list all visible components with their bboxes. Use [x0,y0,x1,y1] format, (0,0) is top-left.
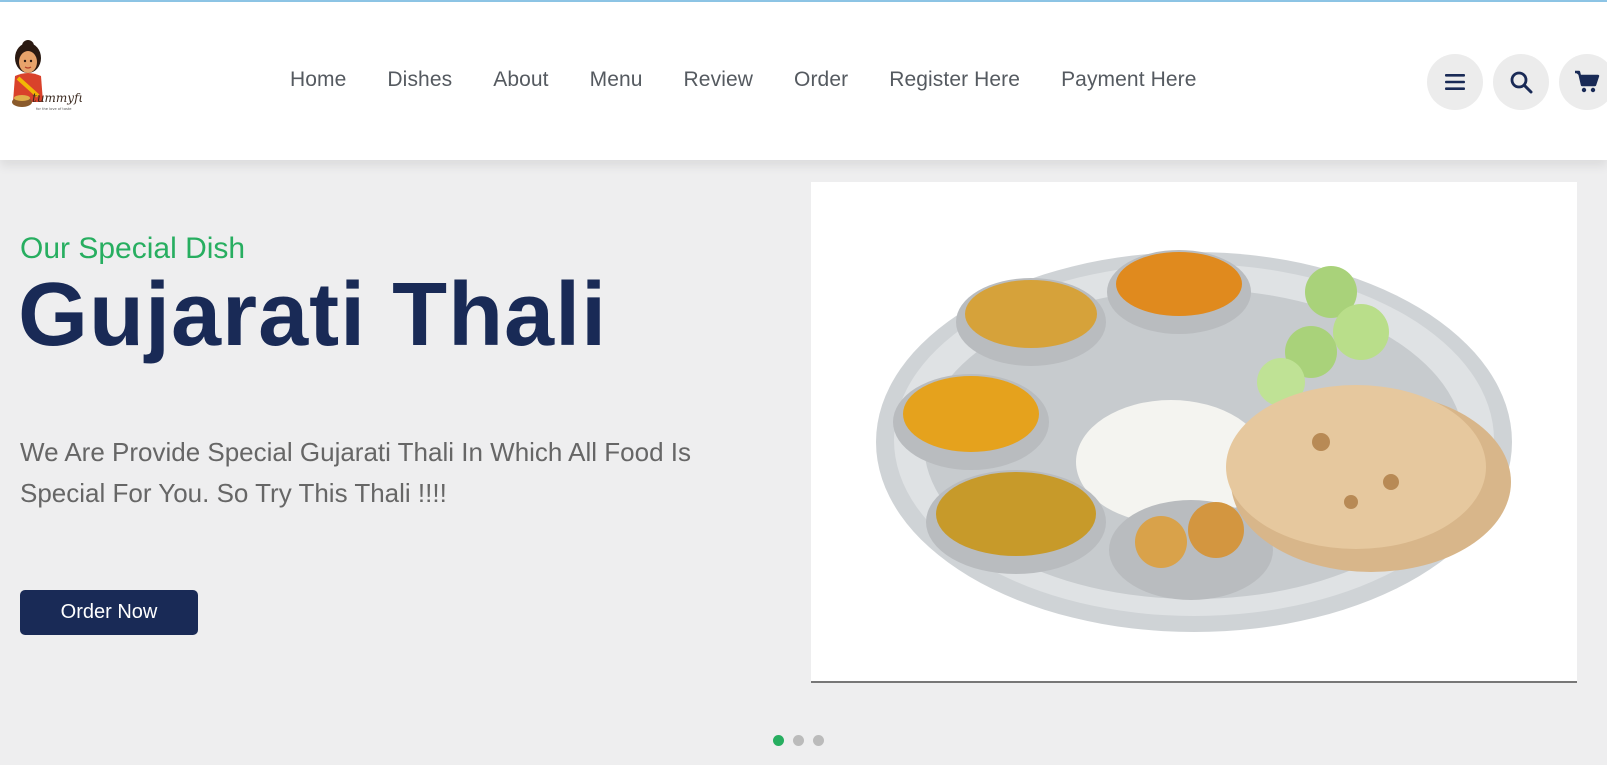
site-header: tummyfull for the love of taste Home Dis… [0,2,1607,160]
search-icon[interactable] [1493,54,1549,110]
thali-image [811,182,1577,683]
hero-title: Gujarati Thali [18,265,608,365]
nav-payment[interactable]: Payment Here [1061,68,1196,92]
hero-description: We Are Provide Special Gujarati Thali In… [20,437,692,508]
nav-review[interactable]: Review [684,68,753,92]
header-actions [1427,54,1607,110]
main-nav: Home Dishes About Menu Review Order Regi… [290,2,1238,158]
slider-pagination [773,735,833,746]
slide-dot-1[interactable] [773,735,784,746]
brand-logo[interactable]: tummyfull for the love of taste [8,40,94,118]
nav-register[interactable]: Register Here [889,68,1020,92]
nav-home[interactable]: Home [290,68,346,92]
menu-bars-icon[interactable] [1427,54,1483,110]
logo-wordmark: tummyfull [32,91,82,105]
hero-subtitle: Our Special Dish [20,232,246,265]
shopping-cart-icon[interactable] [1559,54,1607,110]
slide-dot-3[interactable] [813,735,824,746]
logo-tagline: for the love of taste [36,107,72,111]
nav-dishes[interactable]: Dishes [387,68,452,92]
nav-about[interactable]: About [493,68,548,92]
nav-menu[interactable]: Menu [590,68,643,92]
order-now-button[interactable]: Order Now [20,590,198,635]
nav-order[interactable]: Order [794,68,848,92]
slide-dot-2[interactable] [793,735,804,746]
